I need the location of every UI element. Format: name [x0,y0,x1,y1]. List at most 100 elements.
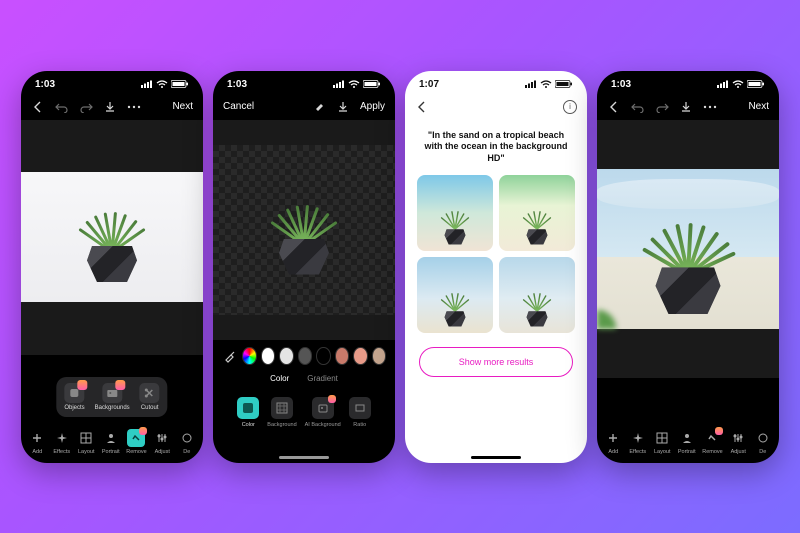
eyedropper-icon[interactable] [223,349,237,363]
results-grid [417,175,575,333]
tool-portrait[interactable]: Portrait [102,429,120,455]
tool-layout[interactable]: Layout [77,429,95,455]
subtool-color[interactable]: Color [237,397,259,428]
status-bar: 1:03 [597,71,779,94]
swatch-lightgray[interactable] [280,348,293,364]
background-subtools: Color Background AI Background Ratio [213,391,395,438]
battery-icon [555,80,573,88]
status-bar: 1:03 [21,71,203,94]
wifi-icon [540,80,552,88]
results-body: "In the sand on a tropical beach with th… [405,120,587,385]
status-indicators [717,80,765,88]
swatch-spectrum[interactable] [243,348,256,364]
remove-popover: Objects Backgrounds Cutout [56,377,167,417]
status-time: 1:03 [611,79,631,90]
swatch-terracotta[interactable] [336,348,349,364]
download-icon[interactable] [103,100,117,114]
status-time: 1:03 [35,79,55,90]
home-indicator [471,456,521,459]
popover-cutout[interactable]: Cutout [140,383,160,411]
next-button[interactable]: Next [172,101,193,112]
status-bar: 1:03 [213,71,395,94]
swatch-tan[interactable] [373,348,386,364]
tool-effects[interactable]: Effects [629,429,647,455]
objects-icon [64,383,84,403]
editor-header: Next [21,94,203,120]
phone-final-result: 1:03 Next [597,71,779,463]
popover-objects[interactable]: Objects [64,383,84,411]
undo-icon[interactable] [631,100,645,114]
status-bar: 1:07 [405,71,587,94]
swatch-gray[interactable] [299,348,312,364]
redo-icon[interactable] [655,100,669,114]
phone-ai-results: 1:07 i "In the sand on a tropical beach … [405,71,587,463]
result-tile-4[interactable] [499,257,575,333]
bottom-toolbar: Add Effects Layout Portrait Remove Adjus… [21,429,203,455]
tool-adjust[interactable]: Adjust [153,429,171,455]
next-button[interactable]: Next [748,101,769,112]
more-icon[interactable] [127,100,141,114]
eraser-icon[interactable] [312,100,326,114]
phone-background-color: 1:03 Cancel Apply [213,71,395,463]
swatch-white[interactable] [262,348,275,364]
plant-graphic [630,197,747,314]
back-icon[interactable] [607,100,621,114]
color-swatches [213,340,395,372]
foreground-blur [597,289,647,329]
tool-add[interactable]: Add [28,429,46,455]
redo-icon[interactable] [79,100,93,114]
plant-cutout [259,185,349,275]
subtool-ai-background[interactable]: AI Background [305,397,341,428]
back-icon[interactable] [415,100,429,114]
tool-effects[interactable]: Effects [53,429,71,455]
swatch-black[interactable] [317,348,330,364]
more-icon[interactable] [703,100,717,114]
editor-header: Next [597,94,779,120]
prompt-text: "In the sand on a tropical beach with th… [417,128,575,175]
back-icon[interactable] [31,100,45,114]
tool-adjust[interactable]: Adjust [729,429,747,455]
wifi-icon [732,80,744,88]
results-header: i [405,94,587,120]
generated-background [597,169,779,329]
download-icon[interactable] [679,100,693,114]
tool-remove[interactable]: Remove [702,429,722,455]
home-indicator [279,456,329,459]
result-tile-2[interactable] [499,175,575,251]
subtool-background[interactable]: Background [267,397,296,428]
cancel-button[interactable]: Cancel [223,101,254,112]
status-indicators [333,80,381,88]
tool-remove[interactable]: Remove [126,429,146,455]
status-time: 1:07 [419,79,439,90]
tool-portrait[interactable]: Portrait [678,429,696,455]
battery-icon [171,80,189,88]
signal-icon [141,80,153,88]
undo-icon[interactable] [55,100,69,114]
popover-backgrounds[interactable]: Backgrounds [95,383,130,411]
plant-graphic [67,192,157,282]
download-icon[interactable] [336,100,350,114]
canvas-image [21,172,203,302]
signal-icon [333,80,345,88]
editor-canvas[interactable] [597,120,779,378]
phone-editor-remove: 1:03 Next [21,71,203,463]
result-tile-3[interactable] [417,257,493,333]
tab-gradient[interactable]: Gradient [307,374,338,383]
result-tile-1[interactable] [417,175,493,251]
tool-layout[interactable]: Layout [653,429,671,455]
tool-decor[interactable]: De [754,429,772,455]
subtool-ratio[interactable]: Ratio [349,397,371,428]
editor-canvas[interactable] [21,120,203,355]
editor-canvas[interactable] [213,120,395,340]
tool-add[interactable]: Add [604,429,622,455]
status-indicators [141,80,189,88]
tab-color[interactable]: Color [270,374,289,383]
swatch-salmon[interactable] [354,348,367,364]
info-icon[interactable]: i [563,100,577,114]
tool-decor[interactable]: De [178,429,196,455]
status-indicators [525,80,573,88]
battery-icon [363,80,381,88]
signal-icon [525,80,537,88]
apply-button[interactable]: Apply [360,101,385,112]
show-more-button[interactable]: Show more results [419,347,573,377]
